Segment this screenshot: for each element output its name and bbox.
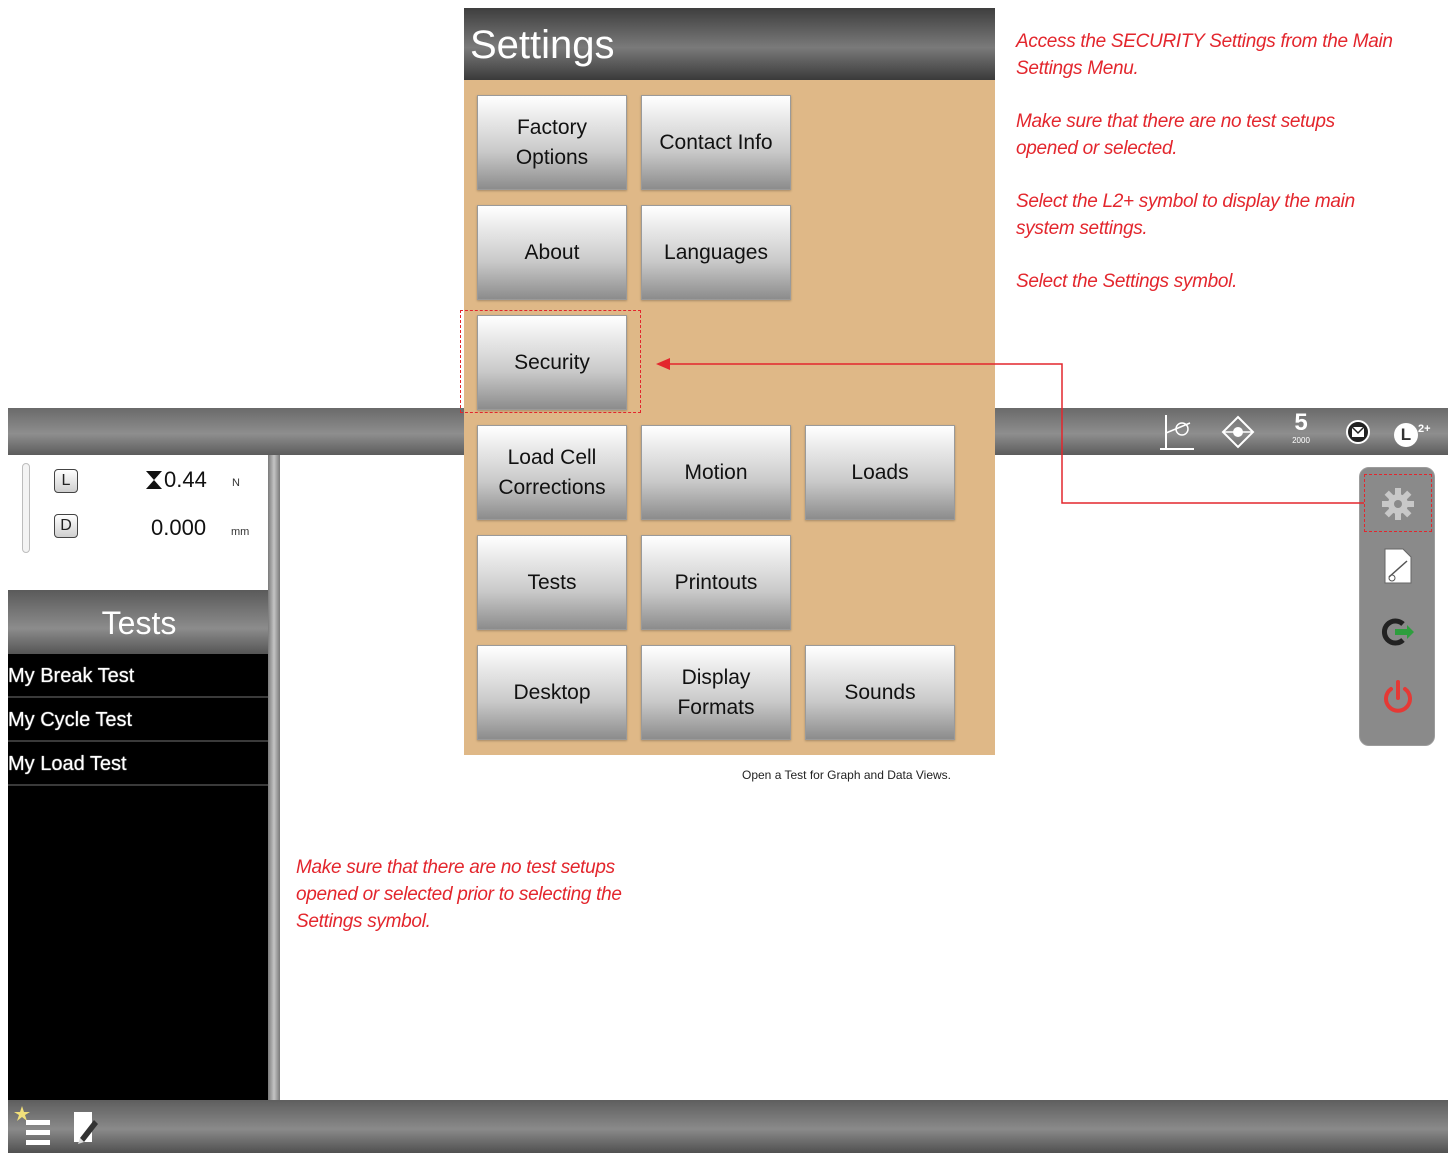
- bottom-instruction-note: Make sure that there are no test setups …: [296, 857, 622, 932]
- note-select-settings: Select the Settings symbol.: [1016, 271, 1238, 292]
- note-select-l2: Select the L2+ symbol to display the mai…: [1016, 191, 1355, 239]
- instruction-notes: Access the SECURITY Settings from the Ma…: [1016, 28, 1396, 321]
- note-access-security: Access the SECURITY Settings from the Ma…: [1016, 31, 1393, 79]
- note-no-test-setups: Make sure that there are no test setups …: [1016, 111, 1335, 159]
